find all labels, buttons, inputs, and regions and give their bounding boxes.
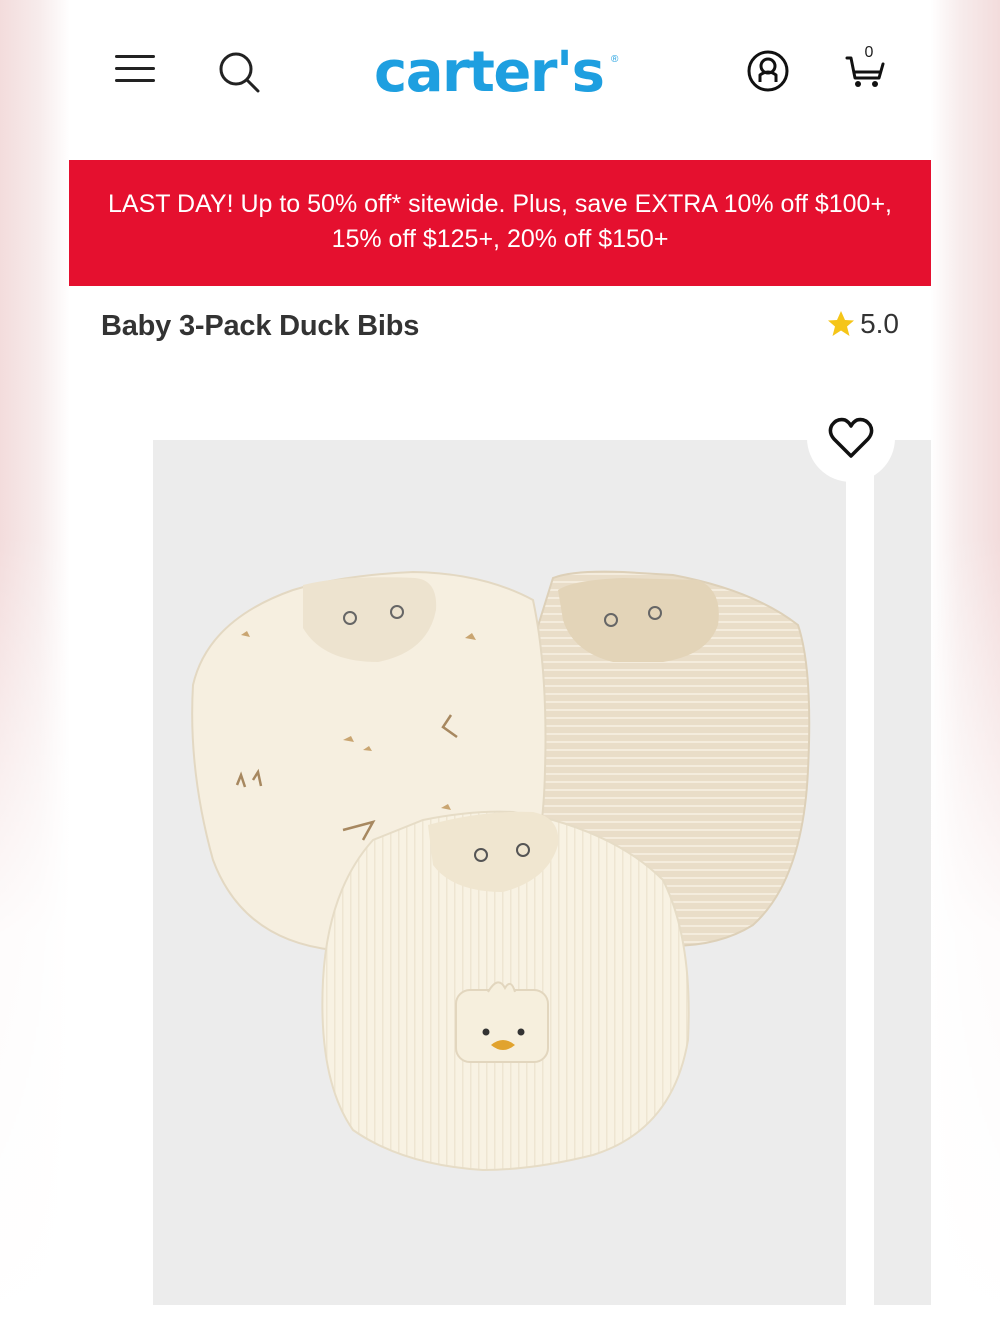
- cart-count: 0: [864, 44, 874, 61]
- promo-line-2: 15% off $125+, 20% off $150+: [331, 225, 669, 253]
- next-image-peek[interactable]: [874, 440, 931, 1305]
- product-rating[interactable]: 5.0: [826, 306, 899, 342]
- product-title: Baby 3-Pack Duck Bibs: [101, 310, 420, 342]
- heart-icon: [828, 417, 874, 458]
- promo-banner[interactable]: LAST DAY! Up to 50% off* sitewide. Plus,…: [69, 160, 931, 286]
- rating-value: 5.0: [860, 308, 899, 339]
- duck-face-bib: [321, 810, 690, 1172]
- product-image[interactable]: [153, 440, 846, 1305]
- search-icon[interactable]: [217, 50, 261, 94]
- registered-mark: ®: [611, 54, 619, 65]
- brand-logo[interactable]: carter's: [374, 38, 624, 108]
- hamburger-menu-icon[interactable]: [115, 52, 157, 86]
- product-title-row: Baby 3-Pack Duck Bibs 5.0: [69, 286, 931, 376]
- mobile-page: carter's ® 0 LAST DAY! Up to 50% off* si…: [69, 0, 931, 1333]
- star-icon: [828, 311, 855, 336]
- account-icon[interactable]: [746, 49, 790, 93]
- site-header: carter's ® 0: [69, 0, 931, 160]
- wishlist-button[interactable]: [807, 398, 895, 482]
- bibs-illustration: [191, 570, 811, 1172]
- promo-line-1: LAST DAY! Up to 50% off* sitewide. Plus,…: [108, 190, 892, 218]
